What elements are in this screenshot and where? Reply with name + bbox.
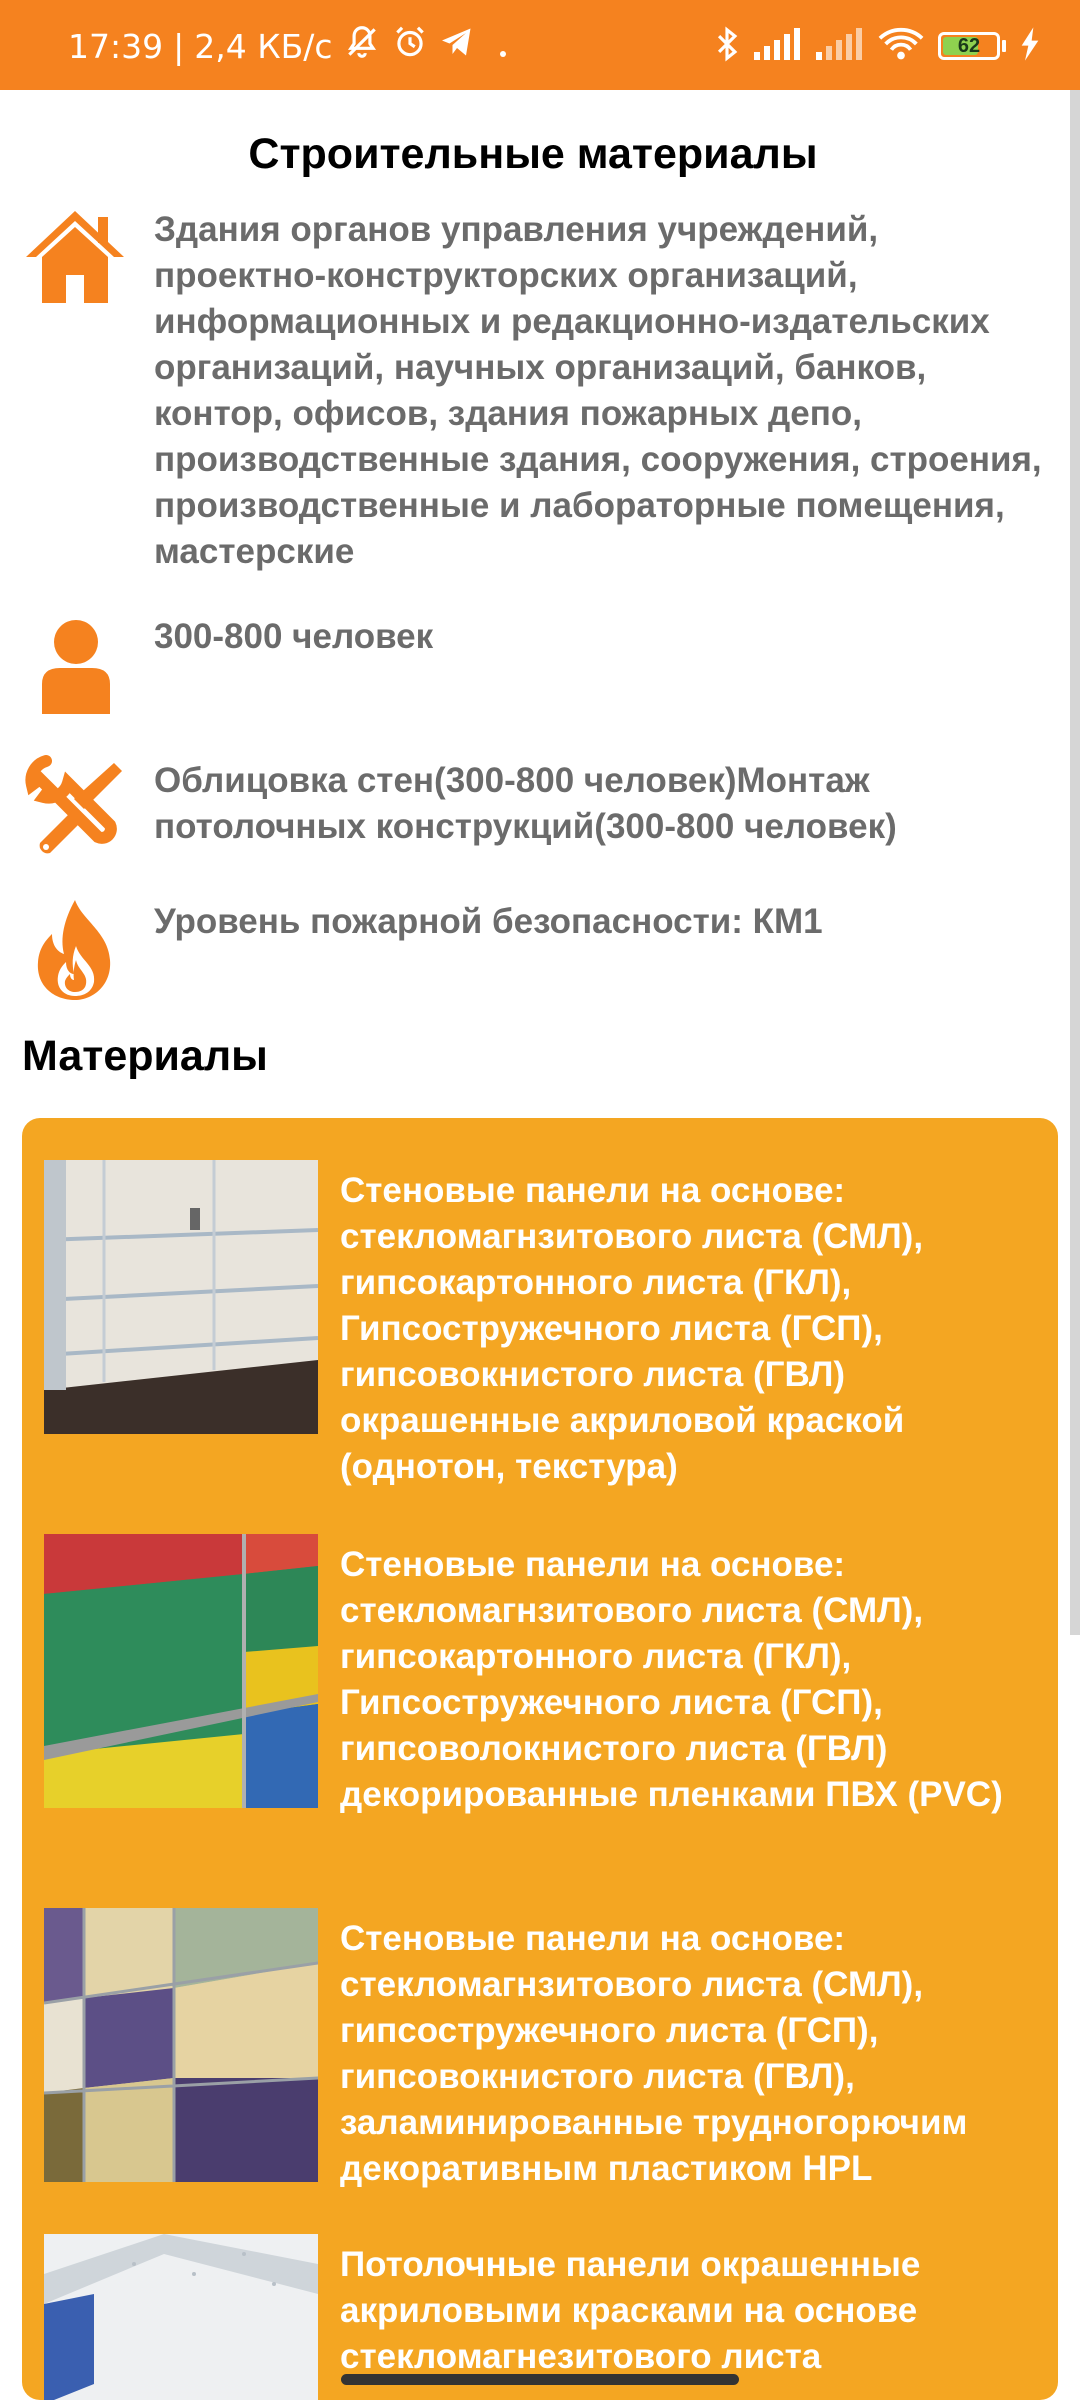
materials-card: Стеновые панели на основе: стекломагнзит… [22, 1118, 1058, 2400]
person-icon [38, 618, 114, 719]
battery-tip [1002, 40, 1006, 52]
material-image-white-panels [44, 1160, 318, 1434]
material-text: Стеновые панели на основе: стекломагнзит… [340, 1545, 1003, 1814]
muted-bell-icon [343, 23, 381, 69]
status-time: 17:39 [68, 26, 164, 66]
info-building-text: Здания органов управления учреждений, пр… [154, 210, 1042, 571]
wifi-icon [878, 26, 924, 67]
charging-icon [1020, 26, 1040, 66]
signal-icon [754, 27, 802, 65]
info-fire-text: Уровень пожарной безопасности: КМ1 [154, 902, 823, 941]
battery-icon: 62 [938, 32, 1000, 60]
status-speed: 2,4 КБ/с [194, 26, 333, 66]
bluetooth-icon [714, 25, 740, 68]
material-text: Стеновые панели на основе: стекломагнзит… [340, 1171, 924, 1486]
status-bar: 17:39 | 2,4 КБ/с 62 [0, 0, 1080, 90]
material-image-ceiling-panels [44, 2234, 318, 2400]
fire-icon [30, 898, 120, 1007]
home-indicator[interactable] [341, 2374, 739, 2385]
battery-level: 62 [957, 34, 981, 57]
telegram-icon [439, 24, 475, 68]
material-image-colored-panels [44, 1534, 318, 1808]
material-text: Стеновые панели на основе: стекломагнзит… [340, 1919, 968, 2188]
dot-icon [499, 27, 507, 66]
material-text: Потолочные панели окрашенные акриловыми … [340, 2245, 921, 2376]
info-works-text: Облицовка стен(300-800 человек)Монтаж по… [154, 761, 897, 846]
materials-title: Материалы [22, 1032, 268, 1080]
status-separator: | [173, 26, 185, 66]
scrollbar[interactable] [1070, 90, 1080, 1635]
page-content: Строительные материалы [0, 90, 1066, 182]
tools-icon [24, 755, 128, 864]
info-people-text: 300-800 человек [154, 617, 434, 656]
signal-icon [816, 27, 864, 65]
house-icon [22, 205, 128, 310]
alarm-icon [391, 23, 429, 69]
page-title: Строительные материалы [248, 130, 818, 178]
material-image-hpl-panels [44, 1908, 318, 2182]
